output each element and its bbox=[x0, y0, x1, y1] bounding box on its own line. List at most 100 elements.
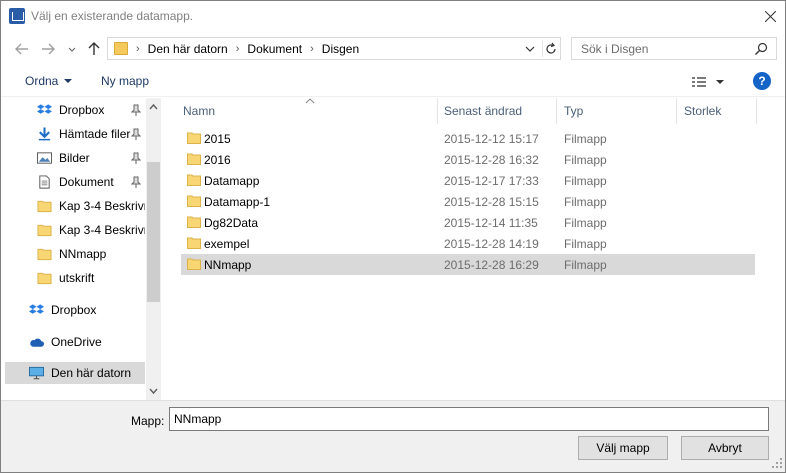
breadcrumb-item[interactable]: Disgen bbox=[322, 42, 359, 56]
computer-icon bbox=[29, 366, 44, 380]
folder-icon bbox=[187, 216, 201, 228]
recent-locations-button[interactable] bbox=[65, 39, 83, 59]
column-divider[interactable] bbox=[676, 98, 677, 124]
folder-icon bbox=[37, 200, 52, 213]
breadcrumb-item[interactable]: Den här datorn bbox=[148, 42, 228, 56]
view-options-button[interactable] bbox=[691, 75, 727, 89]
file-row-selected[interactable]: NNmapp 2015-12-28 16:29 Filmapp bbox=[181, 254, 755, 275]
folder-icon bbox=[114, 42, 128, 55]
nav-item-label: OneDrive bbox=[51, 335, 102, 349]
column-header-size[interactable]: Storlek bbox=[684, 98, 756, 124]
resize-grip-icon[interactable] bbox=[771, 457, 783, 469]
file-modified: 2015-12-28 16:29 bbox=[444, 258, 539, 272]
column-divider[interactable] bbox=[437, 98, 438, 124]
choose-folder-button[interactable]: Välj mapp bbox=[578, 436, 668, 460]
nav-item-dropbox-quick[interactable]: Dropbox bbox=[5, 99, 145, 121]
nav-item-label: Kap 3-4 Beskrivning bbox=[59, 199, 145, 213]
file-type: Filmapp bbox=[564, 216, 607, 230]
arrow-up-icon bbox=[88, 42, 100, 55]
nav-item-folder[interactable]: Kap 3-4 Beskrivning bbox=[5, 195, 145, 217]
arrow-right-icon bbox=[42, 43, 55, 55]
navigation-bar: › Den här datorn › Dokument › Disgen Sök… bbox=[1, 35, 785, 63]
chevron-down-icon bbox=[68, 47, 76, 52]
up-button[interactable] bbox=[85, 39, 103, 59]
nav-item-folder[interactable]: Kap 3-4 Beskrivning bbox=[5, 219, 145, 241]
navigation-scrollbar[interactable] bbox=[146, 98, 161, 400]
folder-icon bbox=[37, 272, 52, 285]
arrow-left-icon bbox=[15, 43, 28, 55]
column-divider[interactable] bbox=[556, 98, 557, 124]
folder-label: Mapp: bbox=[131, 414, 165, 428]
address-dropdown-button[interactable] bbox=[522, 41, 538, 57]
command-bar: Ordna Ny mapp ? bbox=[1, 67, 785, 97]
back-button[interactable] bbox=[13, 39, 31, 59]
file-modified: 2015-12-14 11:35 bbox=[444, 216, 538, 230]
file-row[interactable]: Datamapp-1 2015-12-28 15:15 Filmapp bbox=[181, 191, 755, 212]
file-type: Filmapp bbox=[564, 174, 607, 188]
address-bar[interactable]: › Den här datorn › Dokument › Disgen bbox=[107, 37, 561, 60]
folder-icon bbox=[37, 224, 52, 237]
document-icon bbox=[39, 175, 50, 189]
new-folder-button[interactable]: Ny mapp bbox=[101, 74, 149, 88]
nav-item-downloads[interactable]: Hämtade filer bbox=[5, 123, 145, 145]
pin-icon bbox=[131, 152, 141, 164]
file-name: Datamapp-1 bbox=[204, 195, 271, 209]
pin-icon bbox=[131, 104, 141, 116]
file-modified: 2015-12-28 15:15 bbox=[444, 195, 539, 209]
organize-button[interactable]: Ordna bbox=[25, 74, 73, 88]
refresh-button[interactable] bbox=[542, 41, 558, 57]
column-header-name[interactable]: Namn bbox=[183, 98, 437, 124]
nav-item-label: utskrift bbox=[59, 271, 95, 285]
file-type: Filmapp bbox=[564, 195, 607, 209]
nav-item-folder[interactable]: NNmapp bbox=[5, 243, 145, 265]
nav-item-label: Kap 3-4 Beskrivning bbox=[59, 223, 145, 237]
file-row[interactable]: Datamapp 2015-12-17 17:33 Filmapp bbox=[181, 170, 755, 191]
search-input[interactable]: Sök i Disgen bbox=[581, 42, 648, 56]
nav-item-onedrive[interactable]: OneDrive bbox=[5, 331, 145, 353]
folder-icon bbox=[187, 132, 201, 144]
nav-item-documents[interactable]: Dokument bbox=[5, 171, 145, 193]
folder-name-input[interactable] bbox=[169, 407, 769, 431]
dropbox-icon bbox=[29, 304, 44, 314]
forward-button[interactable] bbox=[39, 39, 57, 59]
nav-item-label: Hämtade filer bbox=[59, 127, 131, 141]
scroll-down-button[interactable] bbox=[146, 383, 161, 399]
chevron-right-icon: › bbox=[310, 43, 314, 55]
file-type: Filmapp bbox=[564, 132, 607, 146]
details-view-icon bbox=[692, 77, 706, 87]
file-name: exempel bbox=[204, 237, 250, 251]
cancel-button[interactable]: Avbryt bbox=[681, 436, 769, 460]
column-divider[interactable] bbox=[756, 98, 757, 124]
search-box[interactable]: Sök i Disgen bbox=[571, 37, 777, 60]
file-type: Filmapp bbox=[564, 237, 607, 251]
cloud-icon bbox=[30, 338, 44, 347]
nav-item-pictures[interactable]: Bilder bbox=[5, 147, 145, 169]
folder-icon bbox=[187, 237, 201, 249]
close-button[interactable] bbox=[757, 4, 783, 28]
pin-icon bbox=[131, 128, 141, 140]
scroll-up-button[interactable] bbox=[146, 99, 161, 115]
scrollbar-thumb[interactable] bbox=[147, 162, 160, 302]
navigation-tree: Dropbox Hämtade filer Bilder Dokument Ka bbox=[5, 98, 145, 400]
file-row[interactable]: 2016 2015-12-28 16:32 Filmapp bbox=[181, 149, 755, 170]
breadcrumb-item[interactable]: Dokument bbox=[247, 42, 302, 56]
nav-item-dropbox[interactable]: Dropbox bbox=[5, 299, 145, 321]
nav-item-folder[interactable]: utskrift bbox=[5, 267, 145, 289]
nav-item-this-pc[interactable]: Den här datorn bbox=[5, 362, 145, 384]
file-row[interactable]: 2015 2015-12-12 15:17 Filmapp bbox=[181, 128, 755, 149]
file-modified: 2015-12-28 16:32 bbox=[444, 153, 539, 167]
file-name: 2016 bbox=[204, 153, 231, 167]
nav-item-label: Den här datorn bbox=[51, 366, 132, 380]
chevron-down-icon bbox=[525, 46, 535, 52]
file-name: Dg82Data bbox=[204, 216, 259, 230]
folder-icon bbox=[37, 248, 52, 261]
file-row[interactable]: Dg82Data 2015-12-14 11:35 Filmapp bbox=[181, 212, 755, 233]
nav-item-label: NNmapp bbox=[59, 247, 107, 261]
file-name: NNmapp bbox=[204, 258, 252, 272]
file-modified: 2015-12-17 17:33 bbox=[444, 174, 539, 188]
column-header-modified[interactable]: Senast ändrad bbox=[444, 98, 556, 124]
column-header-type[interactable]: Typ bbox=[564, 98, 676, 124]
file-row[interactable]: exempel 2015-12-28 14:19 Filmapp bbox=[181, 233, 755, 254]
help-button[interactable]: ? bbox=[753, 72, 771, 90]
file-type: Filmapp bbox=[564, 153, 607, 167]
